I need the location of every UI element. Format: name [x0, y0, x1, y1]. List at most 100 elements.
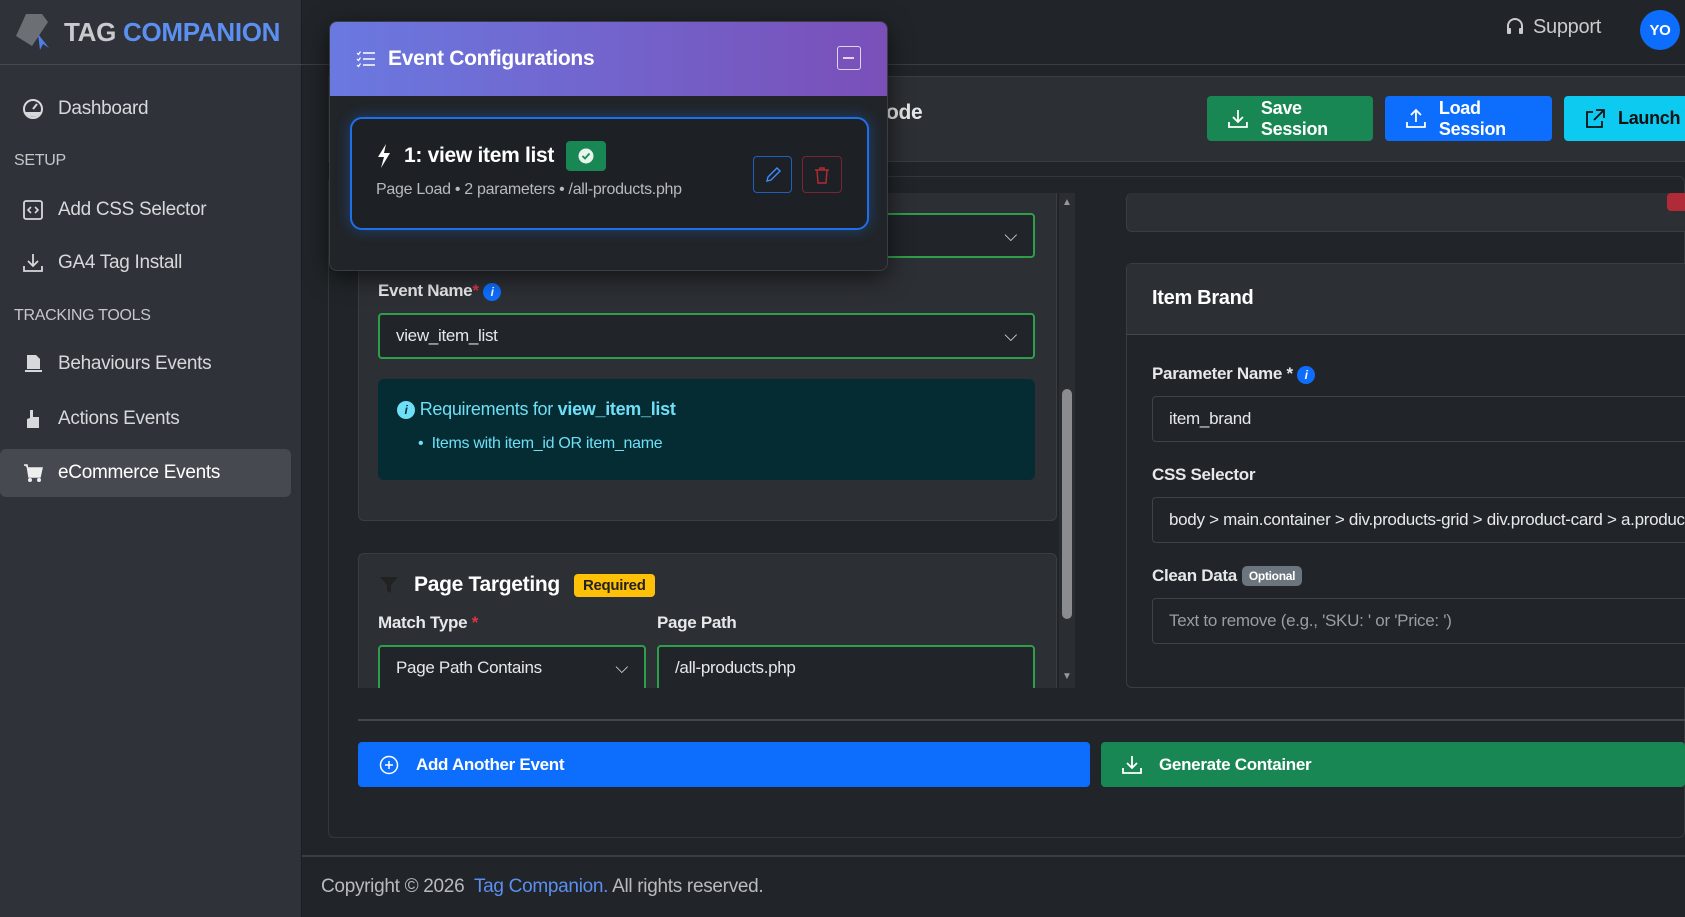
- pencil-icon: [765, 166, 781, 182]
- clean-data-input[interactable]: Text to remove (e.g., 'SKU: ' or 'Price:…: [1152, 598, 1685, 644]
- hand-pointer-icon: [27, 410, 39, 428]
- required-badge: Required: [573, 573, 655, 597]
- trash-icon: [815, 166, 829, 184]
- section-tracking-tools: TRACKING TOOLS: [14, 307, 151, 324]
- sidebar-item-ecommerce-events[interactable]: eCommerce Events: [0, 449, 291, 497]
- copyright: Copyright © 2026 Tag Companion. All righ…: [321, 876, 764, 897]
- launch-button[interactable]: Launch W: [1564, 96, 1685, 141]
- match-type-select[interactable]: Page Path Contains ⌵: [378, 645, 646, 688]
- save-session-label: Save Session: [1260, 97, 1328, 139]
- page-heading: ode: [886, 101, 923, 124]
- match-type-value: Page Path Contains: [396, 658, 542, 677]
- load-session-button[interactable]: Load Session: [1385, 96, 1552, 141]
- sidebar-item-actions-events[interactable]: Actions Events: [0, 395, 291, 443]
- external-link-icon: [1586, 108, 1605, 128]
- cart-icon: [24, 464, 43, 482]
- parameter-name-label: Parameter Name * i: [1152, 364, 1316, 384]
- chevron-down-icon: ⌵: [1004, 326, 1017, 345]
- info-icon[interactable]: i: [1297, 365, 1316, 384]
- sidebar-item-ga4-tag-install[interactable]: GA4 Tag Install: [0, 239, 291, 287]
- sidebar-item-dashboard[interactable]: Dashboard: [0, 85, 291, 133]
- tag-logo-icon: [16, 14, 49, 50]
- requirement-item: • Items with item_id OR item_name: [418, 435, 663, 452]
- headset-icon: [1507, 17, 1523, 34]
- event-name-value: view_item_list: [396, 326, 498, 345]
- delete-parameter-button[interactable]: [1667, 193, 1685, 211]
- sidebar-item-label: Behaviours Events: [58, 353, 212, 374]
- save-session-button[interactable]: Save Session: [1207, 96, 1373, 141]
- section-setup: SETUP: [14, 152, 66, 169]
- valid-badge: [566, 141, 607, 171]
- support-link[interactable]: Support: [1505, 16, 1601, 39]
- sidebar-item-add-css-selector[interactable]: Add CSS Selector: [0, 186, 291, 234]
- filter-icon: [380, 577, 398, 593]
- generate-container-label: Generate Container: [1159, 754, 1312, 774]
- info-icon[interactable]: i: [483, 282, 502, 301]
- footer: Copyright © 2026 Tag Companion. All righ…: [302, 855, 1685, 917]
- bolt-icon: [378, 144, 390, 168]
- plus-circle-icon: [379, 755, 399, 774]
- event-name-label: Event Name* i: [378, 281, 502, 301]
- logo[interactable]: TAG COMPANION: [12, 10, 280, 54]
- download-icon: [1122, 755, 1142, 774]
- footer-link[interactable]: Tag Companion.: [474, 876, 608, 897]
- scrollbar[interactable]: ▲ ▼: [1059, 193, 1075, 688]
- event-configurations-panel: Event Configurations 1: view item list P…: [329, 21, 888, 271]
- load-session-label: Load Session: [1438, 97, 1506, 139]
- panel-header: Event Configurations: [330, 22, 887, 96]
- page-path-input[interactable]: /all-products.php: [657, 645, 1035, 688]
- upload-icon: [1406, 108, 1426, 128]
- info-icon: i: [397, 401, 415, 420]
- launch-label: Launch W: [1618, 108, 1685, 128]
- add-another-event-button[interactable]: Add Another Event: [358, 742, 1090, 787]
- requirements-title: i Requirements for view_item_list: [397, 399, 676, 420]
- code-icon: [23, 200, 43, 220]
- item-brand-title: Item Brand: [1152, 287, 1254, 309]
- sidebar-item-label: Actions Events: [58, 408, 180, 429]
- user-avatar[interactable]: YO: [1640, 10, 1680, 50]
- css-selector-label: CSS Selector: [1152, 465, 1256, 484]
- scroll-down-arrow[interactable]: ▼: [1062, 671, 1072, 682]
- generate-container-button[interactable]: Generate Container: [1101, 742, 1685, 787]
- optional-badge: Optional: [1241, 566, 1303, 586]
- edit-event-button[interactable]: [753, 156, 792, 193]
- event-title: 1: view item list: [404, 144, 555, 167]
- brand-part2: COMPANION: [123, 16, 281, 47]
- event-meta: Page Load • 2 parameters • /all-products…: [376, 181, 682, 198]
- divider: [358, 719, 1685, 721]
- page-targeting-title: Page Targeting: [414, 573, 560, 596]
- parameter-card-previous: [1126, 193, 1685, 232]
- brand-part1: TAG: [64, 16, 117, 47]
- check-circle-icon: [578, 148, 594, 164]
- document-icon: [25, 355, 42, 372]
- list-check-icon: [356, 51, 375, 68]
- sidebar: TAG COMPANION Dashboard SETUP Add CSS Se…: [0, 0, 302, 917]
- page-targeting-header: Page Targeting Required: [378, 573, 655, 597]
- page-path-label: Page Path: [657, 613, 737, 632]
- scrollbar-thumb[interactable]: [1062, 389, 1072, 619]
- scroll-up-arrow[interactable]: ▲: [1062, 197, 1072, 208]
- css-selector-input[interactable]: body > main.container > div.products-gri…: [1152, 497, 1685, 543]
- sidebar-item-label: GA4 Tag Install: [58, 252, 183, 273]
- sidebar-item-label: Dashboard: [58, 98, 149, 119]
- match-type-label: Match Type *: [378, 613, 479, 632]
- clean-data-label: Clean Data Optional: [1152, 566, 1303, 586]
- minus-icon: [843, 57, 854, 59]
- delete-event-button[interactable]: [802, 156, 842, 193]
- event-title-row: 1: view item list: [376, 141, 607, 171]
- item-brand-header: Item Brand: [1127, 264, 1685, 335]
- divider: [0, 64, 302, 65]
- minimize-button[interactable]: [837, 46, 861, 70]
- chevron-down-icon: ⌵: [1004, 225, 1017, 245]
- sidebar-item-behaviours-events[interactable]: Behaviours Events: [0, 340, 291, 388]
- download-icon: [23, 254, 43, 272]
- parameter-name-input[interactable]: item_brand: [1152, 396, 1685, 442]
- event-config-item[interactable]: 1: view item list Page Load • 2 paramete…: [350, 117, 869, 230]
- panel-title: Event Configurations: [388, 47, 595, 70]
- event-name-select[interactable]: view_item_list ⌵: [378, 313, 1035, 359]
- chevron-down-icon: ⌵: [615, 658, 628, 677]
- download-icon: [1228, 109, 1248, 128]
- sidebar-item-label: Add CSS Selector: [58, 199, 207, 220]
- item-brand-card: Item Brand Parameter Name * i item_brand…: [1126, 263, 1685, 688]
- add-another-event-label: Add Another Event: [416, 754, 565, 774]
